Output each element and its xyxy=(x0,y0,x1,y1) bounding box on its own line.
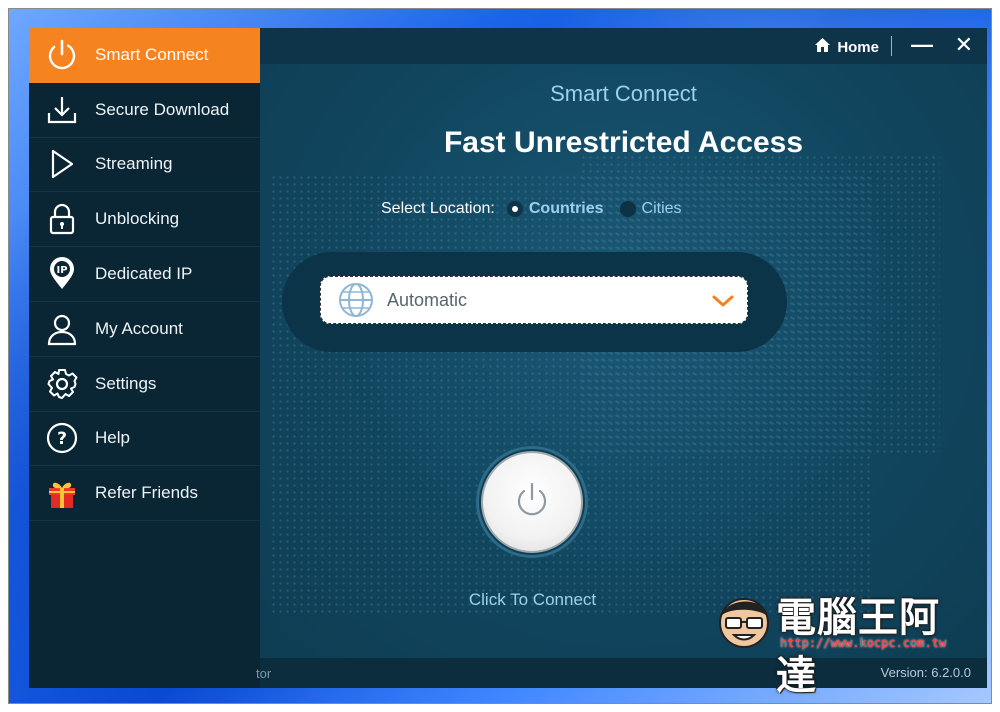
help-icon: ? xyxy=(29,421,95,455)
lock-icon xyxy=(29,202,95,236)
page-title: Fast Unrestricted Access xyxy=(443,126,804,159)
page-subtitle: Smart Connect xyxy=(550,81,697,106)
title-bar: Home — ✕ xyxy=(260,28,987,64)
sidebar-item-label: My Account xyxy=(95,318,183,338)
play-icon xyxy=(29,147,95,181)
chevron-down-icon xyxy=(711,289,735,318)
status-text: tor xyxy=(256,666,272,681)
sidebar-item-settings[interactable]: Settings xyxy=(29,357,260,412)
home-label: Home xyxy=(837,38,879,56)
location-dropdown[interactable]: Automatic xyxy=(320,276,748,324)
sidebar-item-refer-friends[interactable]: Refer Friends xyxy=(29,466,260,522)
sidebar-item-label: Settings xyxy=(95,373,157,393)
svg-text:IP: IP xyxy=(56,265,67,276)
home-icon xyxy=(814,37,831,57)
sidebar: Smart Connect Secure Download Streaming … xyxy=(29,28,260,688)
gift-icon xyxy=(29,476,95,510)
watermark-url: http://www.kocpc.com.tw xyxy=(780,636,947,650)
sidebar-item-help[interactable]: ? Help xyxy=(29,412,260,467)
home-button[interactable]: Home xyxy=(814,37,879,57)
sidebar-item-label: Unblocking xyxy=(95,209,180,229)
globe-icon xyxy=(338,282,374,318)
main-panel: Smart Connect Fast Unrestricted Access S… xyxy=(260,64,987,658)
sidebar-item-label: Secure Download xyxy=(95,99,230,119)
cities-option-label[interactable]: Cities xyxy=(642,200,682,218)
sidebar-item-secure-download[interactable]: Secure Download xyxy=(29,83,260,138)
power-icon xyxy=(512,480,552,525)
mascot-face-icon xyxy=(716,593,772,651)
titlebar-divider xyxy=(891,36,892,56)
location-label: Select Location: xyxy=(381,200,495,217)
sidebar-item-streaming[interactable]: Streaming xyxy=(29,138,260,193)
dropdown-value: Automatic xyxy=(387,289,468,310)
sidebar-item-smart-connect[interactable]: Smart Connect xyxy=(29,28,260,83)
cities-radio[interactable] xyxy=(619,201,636,217)
download-icon xyxy=(29,93,95,127)
connect-button[interactable] xyxy=(481,451,583,553)
location-dropdown-container: Automatic xyxy=(282,252,787,352)
location-selector: Select Location: Countries Cities xyxy=(381,200,682,218)
ip-pin-icon: IP xyxy=(29,257,95,291)
gear-icon xyxy=(29,367,95,401)
countries-radio[interactable] xyxy=(506,201,523,217)
sidebar-item-label: Dedicated IP xyxy=(95,264,193,284)
sidebar-item-my-account[interactable]: My Account xyxy=(29,302,260,357)
minimize-button[interactable]: — xyxy=(911,34,933,56)
sidebar-item-label: Streaming xyxy=(95,154,173,174)
user-icon xyxy=(29,312,95,346)
power-icon xyxy=(29,38,95,72)
sidebar-item-label: Refer Friends xyxy=(95,483,198,503)
countries-option-label[interactable]: Countries xyxy=(529,200,604,218)
svg-text:?: ? xyxy=(57,429,67,449)
sidebar-item-label: Smart Connect xyxy=(95,45,209,65)
close-button[interactable]: ✕ xyxy=(955,34,973,56)
sidebar-item-dedicated-ip[interactable]: IP Dedicated IP xyxy=(29,247,260,302)
sidebar-item-unblocking[interactable]: Unblocking xyxy=(29,192,260,248)
sidebar-item-label: Help xyxy=(95,428,130,448)
watermark: 電腦王阿達 http://www.kocpc.com.tw xyxy=(716,585,976,699)
